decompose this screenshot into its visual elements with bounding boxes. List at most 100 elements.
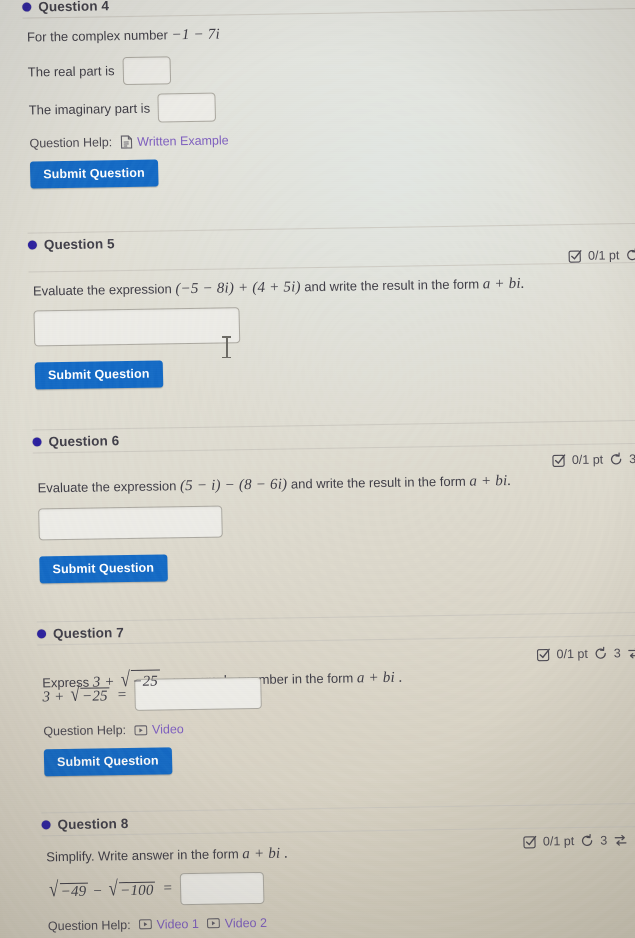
radicand-2: −100 xyxy=(118,881,156,900)
help-link-label[interactable]: Written Example xyxy=(137,133,229,148)
imaginary-part-label: The imaginary part is xyxy=(28,100,151,118)
expression-q5: (−5 − 8i) + (4 + 5i) xyxy=(175,278,301,297)
submit-question-button-q6[interactable]: Submit Question xyxy=(39,553,168,583)
equation-lhs-q7: 3 + √ −25 xyxy=(42,682,110,706)
question-prompt-q4: For the complex number −1 − 7i xyxy=(27,17,635,49)
question-help-q8: Question Help: Video 1 Video 2 xyxy=(47,909,635,933)
checkbox-checked-icon[interactable] xyxy=(523,835,537,849)
question-help-label: Question Help: xyxy=(43,723,127,739)
question-help-q7: Question Help: Video xyxy=(43,715,635,739)
question-body-q7: Express 3 + √−25 as a complex number in … xyxy=(2,659,635,787)
sqrt-group: √ −25 xyxy=(68,682,110,706)
answer-form-q5: a + bi. xyxy=(482,275,525,292)
answer-input-q6[interactable] xyxy=(38,505,223,540)
question-help-q4: Question Help: Written Example xyxy=(29,126,635,150)
prompt-text: For the complex number xyxy=(26,27,169,45)
prompt-text-before: Simplify. Write answer in the form xyxy=(46,846,239,865)
question-status-bullet xyxy=(41,820,51,830)
submit-question-button-q5[interactable]: Submit Question xyxy=(34,360,163,390)
sqrt-group-2: √ −100 xyxy=(106,875,156,900)
help-link-video-2[interactable]: Video 2 xyxy=(206,915,267,930)
video-icon xyxy=(206,918,220,929)
help-link-label[interactable]: Video xyxy=(152,722,184,736)
points-label-q5: 0/1 pt xyxy=(587,247,620,263)
real-part-row: The real part is xyxy=(27,48,635,86)
real-part-input[interactable] xyxy=(122,55,171,85)
checkbox-checked-icon[interactable] xyxy=(536,647,550,661)
prompt-text-after: and write the result in the form xyxy=(290,473,466,492)
answer-form-q7: a + bi . xyxy=(356,669,403,686)
expression-q6: (5 − i) − (8 − 6i) xyxy=(179,476,288,495)
retry-icon[interactable] xyxy=(594,646,608,660)
imaginary-part-row: The imaginary part is xyxy=(28,85,635,124)
retry-icon[interactable] xyxy=(625,247,635,261)
help-link-label[interactable]: Video 1 xyxy=(156,916,198,931)
video-icon xyxy=(138,919,152,930)
radical-symbol: √ xyxy=(120,666,131,691)
shuffle-icon[interactable] xyxy=(613,833,628,847)
answer-equation-row-q8: √ −49 − √ −100 = xyxy=(47,865,635,907)
help-link-video[interactable]: Video xyxy=(134,722,184,737)
checkbox-checked-icon[interactable] xyxy=(568,248,582,263)
submit-question-button-q7[interactable]: Submit Question xyxy=(43,747,172,777)
retry-count-q6: 3 xyxy=(628,452,635,467)
radical-symbol: √ xyxy=(70,682,81,706)
question-prompt-q5: Evaluate the expression (−5 − 8i) + (4 +… xyxy=(33,270,635,302)
radicand-1: −49 xyxy=(59,882,89,901)
question-block-q4: Question 4 For the complex number −1 − 7… xyxy=(0,0,635,199)
radicand: −25 xyxy=(130,669,161,693)
question-block-q6: Question 6 0/1 pt 3 Evaluate the express… xyxy=(0,421,635,594)
real-part-label: The real part is xyxy=(27,63,115,80)
question-body-q5: Evaluate the expression (−5 − 8i) + (4 +… xyxy=(0,262,635,400)
question-help-label: Question Help: xyxy=(29,134,113,151)
points-label-q6: 0/1 pt xyxy=(571,452,604,468)
submit-question-button-q4[interactable]: Submit Question xyxy=(29,159,159,189)
question-body-q8: 0/1 pt 3 Simplify. Write answer in the f… xyxy=(6,826,635,938)
question-status-bullet xyxy=(32,437,42,447)
shuffle-icon[interactable] xyxy=(627,645,635,659)
points-label-q7: 0/1 pt xyxy=(556,646,588,661)
video-icon xyxy=(134,724,147,735)
help-link-video-1[interactable]: Video 1 xyxy=(138,916,199,931)
prompt-text-before: Evaluate the expression xyxy=(37,478,177,496)
question-body-q6: Evaluate the expression (5 − i) − (8 − 6… xyxy=(0,466,635,594)
question-block-q5: Question 5 0/1 pt Evaluate the expressio… xyxy=(0,223,635,400)
help-link-label[interactable]: Video 2 xyxy=(225,915,267,930)
retry-count-q8: 3 xyxy=(600,833,608,848)
question-title-q7: Question 7 xyxy=(52,624,124,641)
question-status-bullet xyxy=(27,239,37,250)
imaginary-part-input[interactable] xyxy=(157,92,217,123)
radicand: −25 xyxy=(80,687,110,706)
sqrt-group-1: √ −49 xyxy=(47,876,89,901)
retry-icon[interactable] xyxy=(609,452,623,466)
radical-symbol: √ xyxy=(48,876,59,901)
document-icon xyxy=(120,134,132,149)
assignment-page: 0/1 pt Question 4 For the complex number… xyxy=(0,0,635,938)
photographed-screen: 0/1 pt Question 4 For the complex number… xyxy=(0,0,635,938)
question-status-bullet xyxy=(22,2,32,12)
question-block-q7: Question 7 0/1 pt 3 Express 3 + √ −25 nu… xyxy=(1,612,635,787)
answer-form-q8: a + bi . xyxy=(242,845,289,863)
complex-number-expression: −1 − 7i xyxy=(171,26,221,44)
help-link-written-example[interactable]: Written Example xyxy=(120,133,229,149)
question-block-q8: Question 8 0/1 pt 3 Simplify. Write answ… xyxy=(5,803,635,938)
answer-input-q5[interactable] xyxy=(33,307,241,347)
question-body-q4: For the complex number −1 − 7i The real … xyxy=(0,9,635,199)
checkbox-checked-icon[interactable] xyxy=(552,453,566,468)
prompt-text-after: and write the result in the form xyxy=(304,275,480,294)
prompt-text-before: Evaluate the expression xyxy=(32,280,172,298)
radical-symbol: √ xyxy=(108,875,119,900)
equation-lhs-q8: √ −49 − √ −100 xyxy=(47,875,156,901)
question-badges-q8: 0/1 pt 3 xyxy=(523,833,635,849)
answer-input-q8[interactable] xyxy=(179,871,265,905)
question-title-q8: Question 8 xyxy=(57,816,129,833)
points-label-q8: 0/1 pt xyxy=(542,834,575,849)
minus-operator: − xyxy=(92,882,103,900)
equals-sign-q8: = xyxy=(163,880,173,897)
retry-icon[interactable] xyxy=(580,833,594,848)
question-status-bullet xyxy=(36,628,47,638)
answer-form-q6: a + bi. xyxy=(469,472,512,490)
question-title-q5: Question 5 xyxy=(43,235,115,252)
question-help-label: Question Help: xyxy=(47,917,131,933)
question-title-q6: Question 6 xyxy=(48,433,120,450)
